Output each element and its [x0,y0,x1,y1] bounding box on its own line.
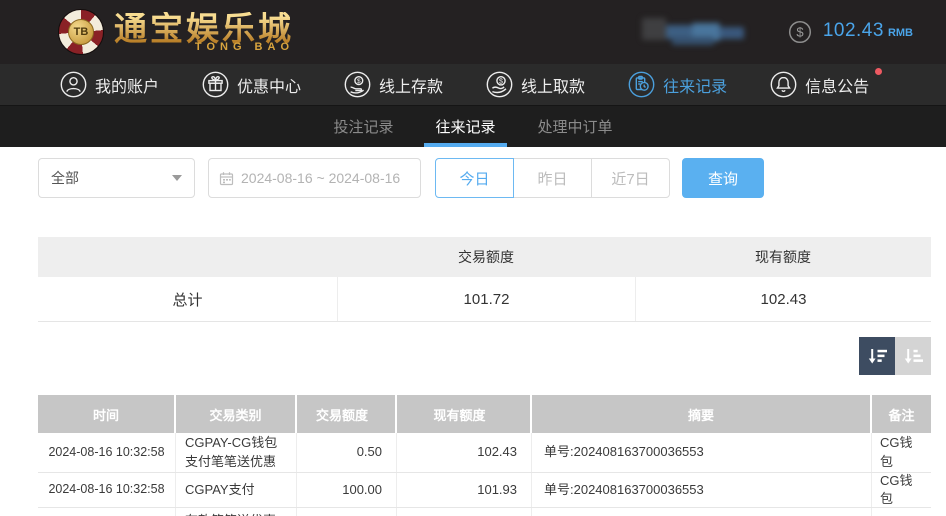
nav-item-transaction-records[interactable]: 往来记录 [628,71,727,98]
nav-label: 我的账户 [95,78,160,96]
col-header-balance: 现有额度 [397,395,532,433]
balance-amount: 102.43 [822,20,884,41]
summary-header-trade-amount: 交易额度 [458,249,514,265]
poker-chip-icon: TB [58,9,104,55]
site-logo[interactable]: TB 通宝娱乐城 TONG BAO [58,9,294,55]
cell-note: CG钱包 [880,472,913,506]
cell-time: 2024-08-16 10:32:58 [38,473,176,507]
chip-monogram: TB [68,19,94,45]
logo-text: 通宝娱乐城 TONG BAO [114,12,294,53]
cell-balance: 101.93 [397,473,532,507]
nav-item-promotions[interactable]: 优惠中心 [202,71,301,98]
nav-item-withdraw[interactable]: $ 线上取款 [486,71,585,98]
notification-badge-dot [875,68,883,75]
dollar-coin-icon: $ [788,20,812,44]
type-select-value: 全部 [51,170,79,186]
cell-note [872,508,931,516]
svg-text:$: $ [499,78,503,85]
sort-ascending-button[interactable] [895,337,931,375]
summary-total-label: 总计 [172,291,203,309]
cell-amount: 0.50 [297,433,397,472]
nav-label: 往来记录 [663,78,728,96]
filter-row: 全部 2024-08-16 ~ 2024-08-16 今日 昨日 近7日 查询 [38,158,946,198]
date-range-value: 2024-08-16 ~ 2024-08-16 [241,170,401,186]
summary-trade-amount: 101.72 [337,277,635,321]
cell-note: CG钱包 [880,435,913,469]
summary-header-current-amount: 现有额度 [755,249,811,265]
record-subtabs: 投注记录 往来记录 处理中订单 [0,105,946,147]
nav-label: 优惠中心 [237,78,302,96]
cell-category: CGPAY支付 [176,473,297,507]
summary-header-row: 交易额度 现有额度 [38,237,931,277]
quick-btn-yesterday[interactable]: 昨日 [513,158,592,198]
gift-icon [202,71,229,98]
tab-transaction-records[interactable]: 往来记录 [424,106,507,147]
tab-pending-orders[interactable]: 处理中订单 [533,106,618,147]
page: TB 通宝娱乐城 TONG BAO $ 102.43 RMB 我的账户 优惠中心… [0,0,946,516]
cell-amount: 100.00 [297,473,397,507]
quick-btn-last7days[interactable]: 近7日 [591,158,670,198]
content-area: 全部 2024-08-16 ~ 2024-08-16 今日 昨日 近7日 查询 … [0,158,946,516]
deposit-icon: $ [344,71,371,98]
balance-currency: RMB [887,27,913,39]
date-range-input[interactable]: 2024-08-16 ~ 2024-08-16 [208,158,421,198]
main-nav: 我的账户 优惠中心 $ 线上存款 $ 线上取款 往来记录 信息公告 [0,64,946,105]
header-right: $ 102.43 RMB [641,18,913,46]
cell-summary: 单号:202408163700036553 [532,473,872,507]
cell-time [38,508,176,516]
cell-time: 2024-08-16 10:32:58 [38,433,176,472]
type-select[interactable]: 全部 [38,158,195,198]
tab-bet-records[interactable]: 投注记录 [328,106,398,147]
account-balance[interactable]: $ 102.43 RMB [788,20,913,44]
transactions-header-row: 时间 交易类别 交易额度 现有额度 摘要 备注 [38,395,931,433]
summary-total-row: 总计 101.72 102.43 [38,277,931,322]
nav-label: 线上取款 [521,78,586,96]
cell-balance [397,508,532,516]
cell-summary [532,508,872,516]
summary-table: 交易额度 现有额度 总计 101.72 102.43 [38,237,931,322]
summary-current-amount: 102.43 [635,277,931,321]
withdraw-icon: $ [486,71,513,98]
table-row: 2024-08-16 10:32:58 CGPAY-CG钱包支付笔笔送优惠 0.… [38,433,931,473]
nav-item-deposit[interactable]: $ 线上存款 [344,71,443,98]
sort-controls [38,337,931,375]
cell-summary: 单号:202408163700036553 [532,433,872,472]
user-icon [60,71,87,98]
nav-item-announcements[interactable]: 信息公告 [770,68,883,98]
col-header-note: 备注 [888,407,915,423]
chevron-down-icon [172,175,182,181]
top-header: TB 通宝娱乐城 TONG BAO $ 102.43 RMB [0,0,946,64]
col-header-time: 时间 [38,395,176,433]
quick-btn-today[interactable]: 今日 [435,158,514,198]
cell-category: CGPAY-CG钱包支付笔笔送优惠 [176,433,297,472]
transactions-table: 时间 交易类别 交易额度 现有额度 摘要 备注 2024-08-16 10:32… [38,395,931,516]
cell-balance: 102.43 [397,433,532,472]
summary-header-empty [38,237,337,277]
col-header-category: 交易类别 [176,395,297,433]
svg-text:$: $ [796,25,804,40]
bell-icon [770,71,797,98]
cell-category: 存款笔笔送优惠 [176,508,297,516]
table-row: 存款笔笔送优惠 [38,508,931,516]
nav-label: 信息公告 [805,78,870,96]
table-row: 2024-08-16 10:32:58 CGPAY支付 100.00 101.9… [38,473,931,508]
col-header-amount: 交易额度 [297,395,397,433]
records-icon [628,71,655,98]
cell-amount [297,508,397,516]
search-button[interactable]: 查询 [682,158,764,198]
col-header-summary: 摘要 [532,395,872,433]
calendar-icon [219,171,234,186]
svg-text:$: $ [357,78,361,85]
quick-date-group: 今日 昨日 近7日 [435,158,670,198]
username-redacted [641,18,744,46]
sort-descending-button[interactable] [859,337,895,375]
nav-item-my-account[interactable]: 我的账户 [60,71,159,98]
nav-label: 线上存款 [379,78,444,96]
site-subtitle: TONG BAO [194,40,294,53]
